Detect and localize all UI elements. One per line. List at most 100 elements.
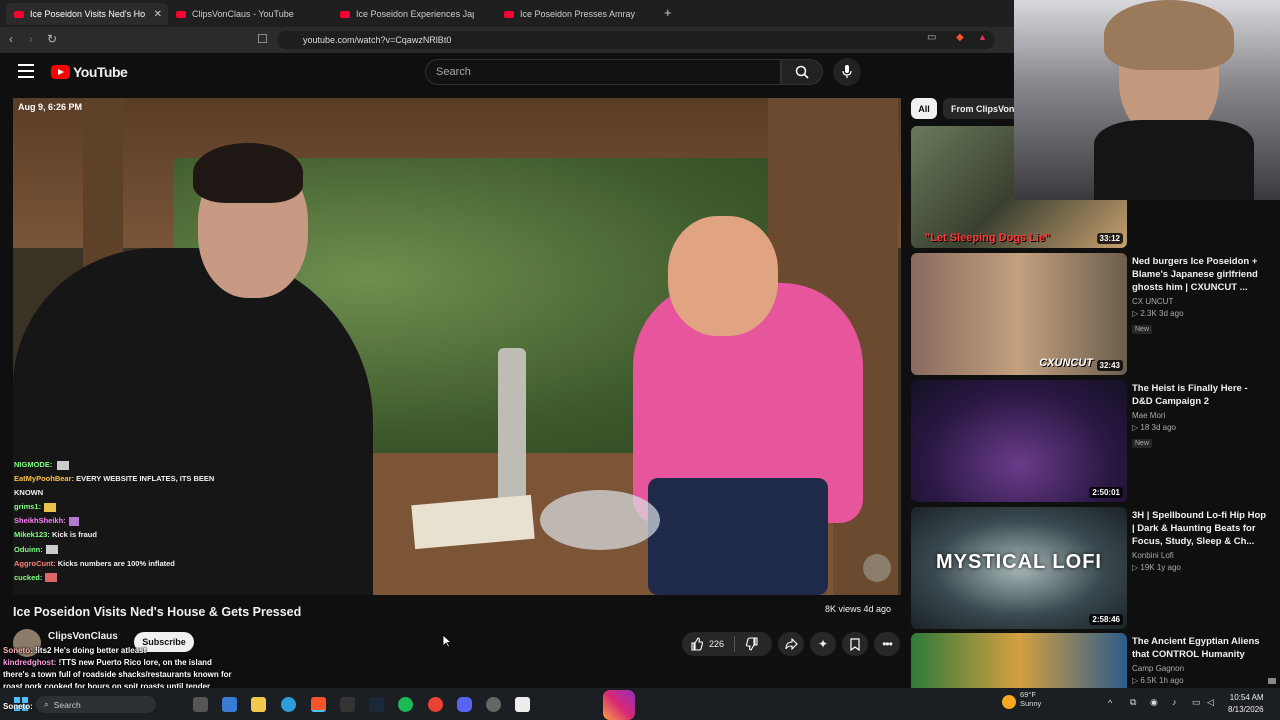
weather-widget[interactable]: 69°F Sunny (1010, 690, 1041, 708)
back-icon[interactable]: ‹ (9, 32, 13, 46)
voice-search-button[interactable] (833, 58, 861, 86)
discord-icon[interactable] (457, 697, 472, 712)
tray-icon[interactable]: ⧉ (1130, 697, 1136, 708)
search-icon: ⌕ (44, 699, 49, 709)
chat-line: AggroCunt: Kicks numbers are 100% inflat… (14, 557, 254, 571)
tray-icon[interactable]: ◉ (1150, 697, 1158, 708)
chat-user: NIGMODE: (14, 460, 53, 469)
overlay-chat-line: kindredghost: !TTS new Puerto Rico lore,… (3, 657, 303, 669)
divider (734, 636, 736, 652)
emote-icon (44, 502, 57, 512)
video-gimbal (498, 348, 526, 508)
scrollbar-arrow-icon[interactable] (1268, 678, 1276, 684)
thumbnail-caption: CXUNCUT (1039, 357, 1093, 369)
recommendation-info: 3H | Spellbound Lo-fi Hip Hop | Dark & H… (1132, 509, 1268, 572)
recommendation-item[interactable]: CXUNCUT 32:43 Ned burgers Ice Poseidon +… (911, 253, 1280, 375)
recommendation-channel[interactable]: Konbini Lofi (1132, 551, 1268, 560)
emote-icon (45, 545, 58, 555)
chat-user: AggroCunt: (14, 558, 56, 568)
video-person-left-hair (193, 143, 303, 203)
taskbar-clock[interactable]: 10:54 AM 8/13/2026 (1228, 692, 1264, 716)
close-icon[interactable]: ✕ (154, 9, 162, 20)
steam-icon[interactable] (369, 697, 384, 712)
video-thumbnail[interactable]: MYSTICAL LOFI 2:58:46 (911, 507, 1127, 629)
instagram-icon[interactable] (603, 690, 635, 720)
channel-watermark (863, 554, 891, 582)
more-dots-icon: ••• (882, 637, 893, 651)
video-thumbnail[interactable]: CXUNCUT 32:43 (911, 253, 1127, 375)
chat-line: Oduinn: (14, 543, 254, 557)
reload-icon[interactable]: ↻ (47, 32, 57, 46)
chip-from-channel[interactable]: From ClipsVonC (943, 98, 1019, 119)
chat-text: EVERY WEBSITE INFLATES, ITS BEEN (76, 474, 215, 484)
chat-line: EatMyPoohBear: EVERY WEBSITE INFLATES, I… (14, 472, 254, 486)
notepad-icon[interactable] (515, 697, 530, 712)
tab-japan[interactable]: Ice Poseidon Experiences Japan's Se (332, 3, 494, 25)
chevron-up-icon[interactable]: ^ (1108, 698, 1112, 708)
view-count: 8K views 4d ago (825, 604, 892, 614)
emote-icon (57, 460, 70, 470)
recommendation-item[interactable]: MYSTICAL LOFI 2:58:46 3H | Spellbound Lo… (911, 507, 1280, 629)
recommendation-item[interactable]: 2:50:01 The Heist is Finally Here - D&D … (911, 380, 1280, 502)
forward-icon[interactable]: › (29, 32, 33, 46)
network-icon[interactable]: ▭ (1192, 697, 1201, 708)
taskbar-search[interactable]: ⌕ Search (36, 696, 156, 713)
overlay-chat-text: there's a town full of roadside shacks/r… (3, 670, 232, 679)
recommendation-title[interactable]: The Heist is Finally Here - D&D Campaign… (1132, 382, 1268, 408)
screen-icon[interactable]: ▭ (927, 32, 936, 43)
hamburger-menu-icon[interactable] (18, 64, 34, 78)
task-view-icon[interactable] (193, 697, 208, 712)
youtube-logo[interactable]: YouTube (51, 64, 128, 80)
volume-icon[interactable]: ◁ (1207, 697, 1214, 708)
channel-name[interactable]: ClipsVonClaus (48, 631, 118, 642)
brave-rewards-icon[interactable]: ▲ (978, 32, 987, 42)
thumbs-down-icon[interactable] (745, 637, 759, 651)
recommendation-channel[interactable]: CX UNCUT (1132, 297, 1268, 306)
edge-icon[interactable] (281, 697, 296, 712)
search-button[interactable] (781, 59, 823, 85)
settings-icon[interactable] (486, 697, 501, 712)
chat-text: Kick is fraud (51, 530, 97, 540)
tab-active[interactable]: Ice Poseidon Visits Ned's Ho ✕ (6, 3, 168, 25)
recommendation-info: Ned burgers Ice Poseidon + Blame's Japan… (1132, 255, 1268, 336)
overlay-chat: Soneto: !its2 He's doing better atleast … (3, 645, 303, 693)
ask-button[interactable]: ✦ (810, 632, 836, 656)
overlay-chat-user: Soneto: (3, 646, 33, 655)
chip-all[interactable]: All (911, 98, 937, 119)
chat-line: NIGMODE: (14, 458, 254, 472)
save-button[interactable] (842, 632, 868, 656)
url-text: youtube.com/watch?v=CqawzNRlBt0 (303, 35, 452, 45)
chrome-icon[interactable] (428, 697, 443, 712)
share-button[interactable] (778, 632, 804, 656)
video-thumbnail[interactable] (911, 633, 1127, 688)
tab-label: Ice Poseidon Presses Amray & Tries t (520, 9, 638, 19)
tab-amray[interactable]: Ice Poseidon Presses Amray & Tries t (496, 3, 658, 25)
store-icon[interactable] (222, 697, 237, 712)
x-app-icon[interactable] (340, 697, 355, 712)
spotify-icon[interactable] (398, 697, 413, 712)
search-input[interactable]: Search (425, 59, 781, 85)
recommendation-item[interactable]: The Ancient Egyptian Aliens that CONTROL… (911, 633, 1280, 688)
microphone-icon[interactable]: ♪ (1172, 697, 1177, 707)
webcam-person-top (1094, 120, 1254, 200)
bookmark-icon[interactable]: ☐ (257, 32, 268, 46)
like-button[interactable]: 226 (690, 637, 724, 651)
url-field[interactable]: youtube.com/watch?v=CqawzNRlBt0 (277, 31, 995, 49)
recommendation-channel[interactable]: Camp Gagnon (1132, 664, 1268, 673)
tab-clipsvonclaus[interactable]: ClipsVonClaus - YouTube (168, 3, 330, 25)
recommendation-title[interactable]: 3H | Spellbound Lo-fi Hip Hop | Dark & H… (1132, 509, 1268, 548)
brave-icon[interactable] (311, 697, 326, 712)
brave-shield-icon[interactable]: ◆ (956, 32, 964, 43)
recommendation-title[interactable]: Ned burgers Ice Poseidon + Blame's Japan… (1132, 255, 1268, 294)
video-thumbnail[interactable]: 2:50:01 (911, 380, 1127, 502)
more-options-button[interactable]: ••• (874, 632, 900, 656)
sparkle-icon: ✦ (817, 637, 829, 651)
file-explorer-icon[interactable] (251, 697, 266, 712)
new-tab-button[interactable]: + (664, 5, 672, 20)
chat-line: KNOWN (14, 486, 254, 500)
thumbs-up-icon (691, 637, 704, 651)
like-dislike-group: 226 (682, 632, 772, 656)
weather-temp: 69°F (1020, 690, 1036, 699)
recommendation-title[interactable]: The Ancient Egyptian Aliens that CONTROL… (1132, 635, 1268, 661)
recommendation-channel[interactable]: Mae Mori (1132, 411, 1268, 420)
